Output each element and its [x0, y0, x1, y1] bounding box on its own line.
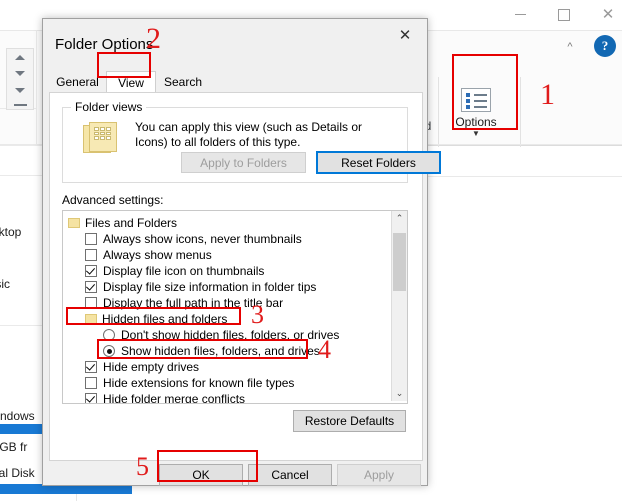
list-item-label: Don't show hidden files, folders, or dri… [121, 328, 340, 342]
options-button-label: Options [455, 115, 497, 129]
listbox-scrollbar[interactable]: ⌃ ⌄ [391, 211, 407, 401]
ribbon-spinner[interactable] [6, 48, 34, 110]
folder-icon [85, 314, 97, 324]
scroll-down-icon[interactable]: ⌄ [392, 386, 407, 401]
folder-views-group: Folder views You can apply this view (su… [62, 100, 441, 183]
dialog-tabs: General View Search [49, 71, 421, 93]
close-icon[interactable]: ✕ [586, 0, 622, 29]
list-item-label: Display file size information in folder … [103, 280, 317, 294]
tab-search[interactable]: Search [156, 71, 210, 93]
list-item-label: Files and Folders [85, 216, 178, 230]
list-item-label: Display the full path in the title bar [103, 296, 284, 310]
folder-icon [68, 218, 80, 228]
list-item-label: Display file icon on thumbnails [103, 264, 265, 278]
folder-views-group-title: Folder views [71, 100, 147, 114]
scrollbar-thumb[interactable] [393, 233, 406, 291]
checkbox-checked-icon[interactable] [85, 361, 97, 373]
dialog-close-icon[interactable]: ✕ [383, 19, 427, 51]
minimize-icon[interactable] [498, 0, 542, 29]
list-item[interactable]: Hide folder merge conflicts [85, 390, 407, 404]
options-button[interactable]: Options ▼ [452, 88, 500, 144]
checkbox-icon[interactable] [85, 377, 97, 389]
ribbon-group-separator [520, 77, 521, 147]
radio-icon[interactable] [103, 329, 115, 341]
nav-item-windows[interactable]: Windows [0, 409, 35, 423]
folder-view-icon [83, 122, 117, 154]
list-item-label: Always show icons, never thumbnails [103, 232, 302, 246]
spinner-down-icon[interactable] [15, 71, 25, 77]
chevron-down-icon[interactable]: ▼ [472, 130, 480, 138]
list-item-label: Show hidden files, folders, and drives [121, 344, 320, 358]
list-item-label: Always show menus [103, 248, 212, 262]
list-item-label: Hide folder merge conflicts [103, 392, 246, 404]
list-item-label: Hide extensions for known file types [103, 376, 295, 390]
nav-item-desktop[interactable]: esktop [0, 225, 21, 239]
radio-selected-icon[interactable] [103, 345, 115, 357]
folder-options-dialog: Folder Options ✕ General View Search Fol… [42, 18, 441, 486]
nav-item-local-disk[interactable]: ocal Disk [0, 466, 35, 480]
reset-folders-button[interactable]: Reset Folders [316, 151, 441, 174]
tab-view[interactable]: View [106, 71, 156, 93]
ok-button[interactable]: OK [159, 464, 243, 486]
checkbox-checked-icon[interactable] [85, 281, 97, 293]
checkbox-checked-icon[interactable] [85, 393, 97, 403]
maximize-icon[interactable] [542, 0, 586, 29]
checkbox-icon[interactable] [85, 233, 97, 245]
scroll-up-icon[interactable]: ⌃ [392, 211, 407, 226]
screenshot-root: ✕ ^ ? ed Options ▼ [0, 0, 622, 501]
spinner-bottom-icon[interactable] [15, 87, 25, 93]
restore-defaults-button[interactable]: Restore Defaults [293, 410, 406, 432]
dialog-body: Folder views You can apply this view (su… [49, 92, 441, 461]
tab-general[interactable]: General [49, 71, 106, 93]
nav-item-free-space: .7 GB fr [0, 440, 28, 454]
dialog-title: Folder Options [55, 36, 154, 53]
checkbox-checked-icon[interactable] [85, 265, 97, 277]
ribbon-divider [36, 30, 37, 144]
advanced-settings-listbox[interactable]: Files and Folders Always show icons, nev… [62, 210, 408, 404]
apply-to-folders-button: Apply to Folders [181, 152, 306, 173]
options-list-icon [461, 88, 491, 112]
chevron-up-icon[interactable]: ^ [562, 39, 578, 55]
advanced-settings-label: Advanced settings: [62, 193, 164, 207]
checkbox-icon[interactable] [85, 249, 97, 261]
nav-item-music[interactable]: lusic [0, 277, 10, 291]
list-item-label: Hidden files and folders [102, 312, 228, 326]
checkbox-icon[interactable] [85, 297, 97, 309]
list-item-label: Hide empty drives [103, 360, 200, 374]
help-icon[interactable]: ? [594, 35, 616, 57]
cancel-button[interactable]: Cancel [248, 464, 332, 486]
ribbon-group-separator [438, 77, 439, 147]
dialog-footer: OK Cancel Apply [43, 459, 427, 486]
folder-views-description: You can apply this view (such as Details… [135, 120, 363, 149]
spinner-up-icon[interactable] [15, 54, 25, 60]
apply-button: Apply [337, 464, 421, 486]
